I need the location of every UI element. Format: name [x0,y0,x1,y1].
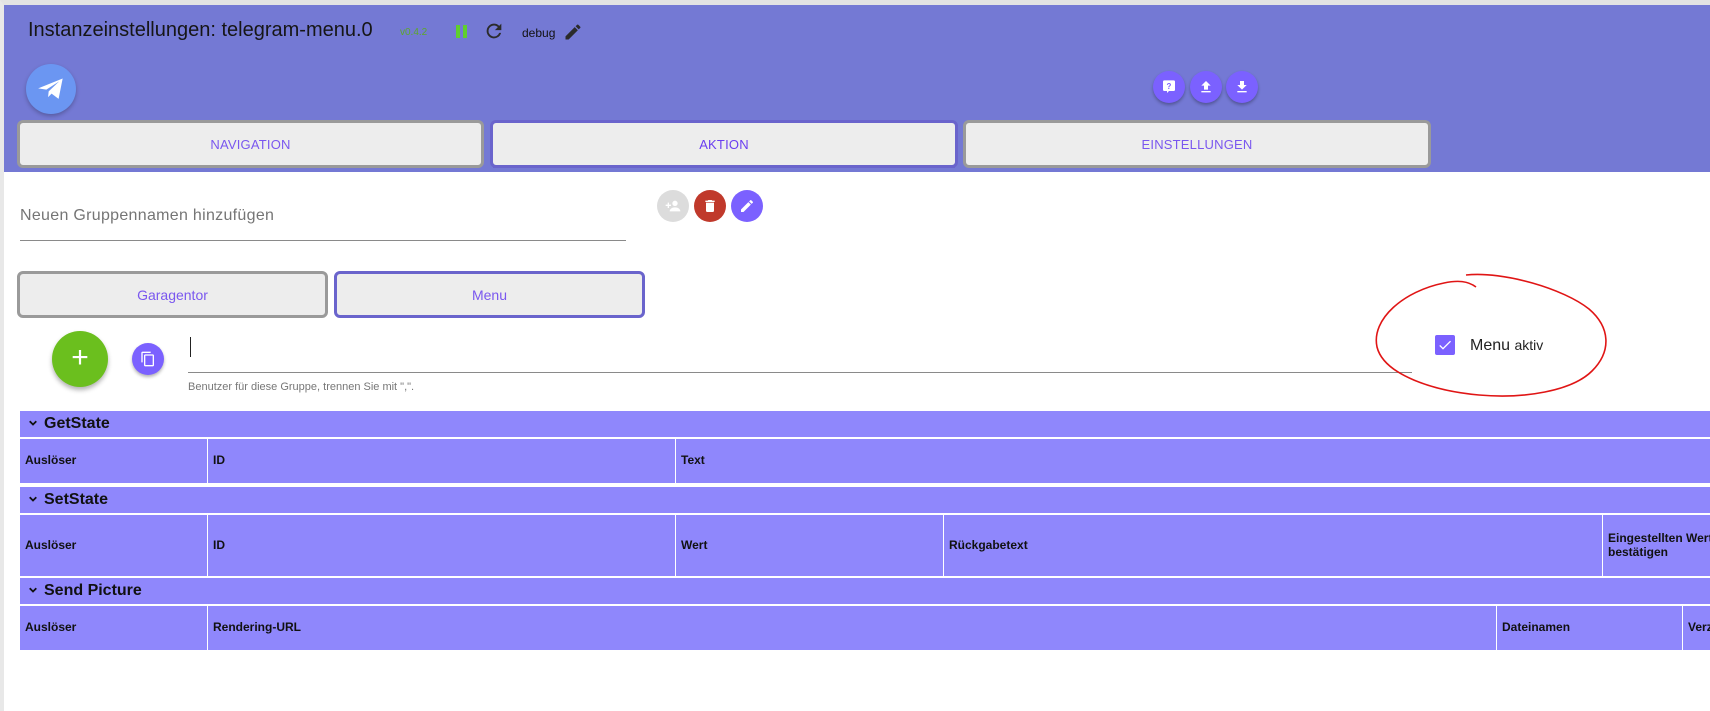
header: Instanzeinstellungen: telegram-menu.0 v0… [4,5,1710,172]
group-tab-menu[interactable]: Menu [334,271,645,318]
instance-settings-page: Instanzeinstellungen: telegram-menu.0 v0… [0,0,1710,711]
column-header: Auslöser [25,453,77,468]
download-icon [1237,81,1247,93]
section-title: SetState [44,491,109,508]
column-header: Verzögerung [1682,606,1710,650]
copy-button[interactable] [132,343,164,375]
copy-icon [141,351,154,367]
group-tab-garagentor[interactable]: Garagentor [17,271,328,318]
tab-aktion[interactable]: AKTION [490,120,958,168]
help-icon: ? [1163,80,1175,93]
svg-text:?: ? [1167,82,1172,91]
chevron-down-icon [29,587,37,593]
edit-log-level-icon[interactable] [563,22,583,42]
add-user-button[interactable] [657,190,689,222]
tab-navigation[interactable]: NAVIGATION [17,120,484,168]
column-header: ID [207,515,675,576]
add-row-button[interactable]: + [52,331,108,387]
telegram-logo-icon [26,64,76,114]
section-setstate[interactable]: SetState [20,487,1710,515]
column-header: Rückgabetext [943,515,1602,576]
version-badge: v0.4.2 [400,27,428,38]
group-name-input[interactable] [20,201,626,225]
column-header: Wert [675,515,943,576]
group-add-icon [665,200,681,212]
page-title: Instanzeinstellungen: telegram-menu.0 [28,19,373,41]
help-button[interactable]: ? [1153,71,1185,103]
upload-button[interactable] [1190,71,1222,103]
section-send-picture[interactable]: Send Picture [20,578,1710,606]
group-name-field[interactable] [20,201,626,241]
getstate-header-row: Auslöser ID Text [20,439,1710,485]
chevron-down-icon [29,496,37,502]
column-header: ID [207,439,675,483]
column-header: Rendering-URL [207,606,1496,650]
download-button[interactable] [1226,71,1258,103]
rename-group-button[interactable] [731,190,763,222]
users-field[interactable] [188,335,1412,373]
section-title: GetState [44,415,110,432]
red-annotation-circle [1375,273,1607,397]
column-header: Auslöser [25,537,77,552]
column-header: Auslöser [25,620,77,635]
refresh-icon[interactable] [483,20,505,42]
tab-einstellungen[interactable]: EINSTELLUNGEN [963,120,1431,168]
chevron-down-icon [29,420,37,426]
column-header: Dateinamen [1496,606,1682,650]
delete-group-button[interactable] [694,190,726,222]
column-header: Text [675,439,1710,483]
text-cursor [190,337,191,357]
send-picture-header-row: Auslöser Rendering-URL Dateinamen Verzög… [20,606,1710,652]
log-level-label: debug [522,26,556,40]
column-header: Eingestellten Wert bestätigen [1602,515,1710,576]
pause-icon[interactable] [454,23,470,41]
section-getstate[interactable]: GetState [20,411,1710,439]
section-title: Send Picture [44,582,142,599]
setstate-header-row: Auslöser ID Wert Rückgabetext Eingestell… [20,515,1710,578]
upload-icon [1201,81,1211,93]
pencil-icon [741,199,754,212]
users-helper-text: Benutzer für diese Gruppe, trennen Sie m… [188,381,415,393]
trash-icon [705,200,715,212]
